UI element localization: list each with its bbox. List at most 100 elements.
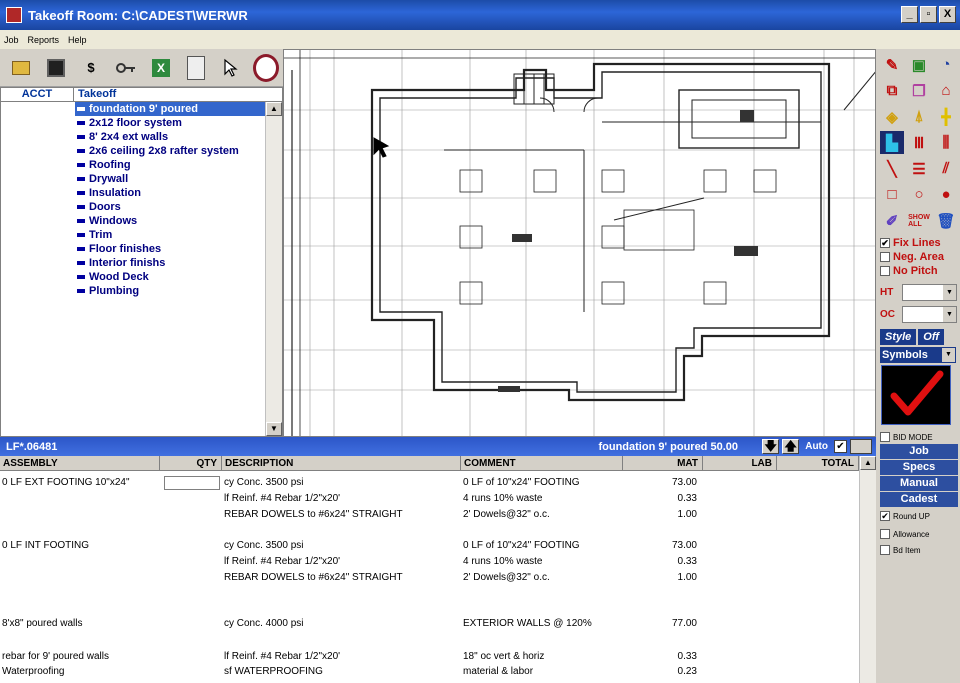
line-tool-icon[interactable]: ╲: [880, 157, 904, 180]
round-up-option[interactable]: ✔ Round UP: [880, 511, 930, 521]
no-pitch-option[interactable]: No Pitch: [880, 265, 938, 277]
image-tool-icon[interactable]: ▣: [907, 53, 931, 76]
blueprint-canvas[interactable]: [283, 49, 876, 437]
table-row[interactable]: lf Reinf. #4 Rebar 1/2"x20' 4 runs 10% wa…: [0, 491, 859, 507]
specs-button[interactable]: Specs: [880, 460, 958, 475]
dot-tool-icon[interactable]: ●: [934, 183, 958, 206]
mat-column-header[interactable]: MAT: [623, 456, 703, 470]
book-icon[interactable]: [850, 439, 872, 454]
bid-item-option[interactable]: Bd Item: [880, 545, 921, 555]
move-down-icon[interactable]: 🡇: [762, 439, 780, 454]
menu-job[interactable]: Job: [4, 35, 19, 45]
job-button[interactable]: Job: [880, 444, 958, 459]
table-row[interactable]: REBAR DOWELS to #6x24" STRAIGHT 2' Dowels…: [0, 570, 859, 586]
maximize-button[interactable]: ▫: [920, 6, 937, 23]
cadest-button[interactable]: Cadest: [880, 492, 958, 507]
comment-column-header[interactable]: COMMENT: [461, 456, 623, 470]
assembly-column-header[interactable]: ASSEMBLY: [0, 456, 160, 470]
scroll-up-icon[interactable]: ▲: [860, 456, 876, 470]
tree-scrollbar[interactable]: ▲ ▼: [265, 102, 282, 436]
show-all-tool-icon[interactable]: SHOW ALL: [907, 209, 931, 232]
arrow-tool-icon[interactable]: ◈: [880, 105, 904, 128]
neg-area-checkbox[interactable]: [880, 252, 890, 262]
paste-tool-icon[interactable]: ❐: [907, 79, 931, 102]
takeoff-item[interactable]: foundation 9' poured: [75, 102, 265, 116]
fix-lines-option[interactable]: ✔ Fix Lines: [880, 237, 941, 249]
roof-tool-icon[interactable]: ⌂: [934, 79, 958, 102]
off-button[interactable]: Off: [918, 329, 944, 345]
table-row[interactable]: Waterproofing sf WATERPROOFING material & …: [0, 664, 859, 680]
round-up-checkbox[interactable]: ✔: [880, 511, 890, 521]
area-tool-icon[interactable]: ▙: [880, 131, 904, 154]
move-up-icon[interactable]: 🡅: [782, 439, 800, 454]
takeoff-item[interactable]: Roofing: [75, 158, 265, 172]
lab-column-header[interactable]: LAB: [703, 456, 777, 470]
takeoff-item[interactable]: 2x6 ceiling 2x8 rafter system: [75, 144, 265, 158]
multi-line-tool-icon[interactable]: ☰: [907, 157, 931, 180]
oc-select[interactable]: ▼: [902, 306, 957, 323]
style-button[interactable]: Style: [880, 329, 917, 345]
scroll-up-icon[interactable]: ▲: [266, 102, 282, 116]
pointer-icon[interactable]: [218, 55, 244, 81]
chevron-down-icon[interactable]: ▼: [942, 348, 955, 362]
takeoff-item[interactable]: Insulation: [75, 186, 265, 200]
grid-scrollbar[interactable]: ▲: [859, 456, 876, 683]
allowance-checkbox[interactable]: [880, 529, 890, 539]
table-row[interactable]: 8'x8" poured walls cy Conc. 4000 psi EXTER…: [0, 616, 859, 632]
scale-tool-icon[interactable]: ◔: [934, 53, 958, 76]
takeoff-item[interactable]: Floor finishes: [75, 242, 265, 256]
bar-chart-tool-icon[interactable]: ⫼: [934, 131, 958, 154]
takeoff-column-header[interactable]: Takeoff: [74, 88, 116, 101]
calculator-icon[interactable]: [183, 55, 209, 81]
takeoff-item[interactable]: Windows: [75, 214, 265, 228]
bid-item-checkbox[interactable]: [880, 545, 890, 555]
table-row[interactable]: 0 LF INT FOOTING cy Conc. 3500 psi 0 LF of…: [0, 538, 859, 554]
key-icon[interactable]: [113, 55, 139, 81]
bid-mode-checkbox[interactable]: [880, 432, 890, 442]
takeoff-item[interactable]: 2x12 floor system: [75, 116, 265, 130]
menu-help[interactable]: Help: [68, 35, 87, 45]
save-disk-icon[interactable]: [43, 55, 69, 81]
no-pitch-checkbox[interactable]: [880, 266, 890, 276]
clock-icon[interactable]: [253, 55, 279, 81]
qty-column-header[interactable]: QTY: [160, 456, 222, 470]
symbols-select[interactable]: Symbols ▼: [880, 347, 956, 363]
close-button[interactable]: X: [939, 6, 956, 23]
takeoff-item[interactable]: Wood Deck: [75, 270, 265, 284]
takeoff-item[interactable]: Doors: [75, 200, 265, 214]
menu-reports[interactable]: Reports: [28, 35, 60, 45]
total-column-header[interactable]: TOTAL: [777, 456, 859, 470]
rectangle-tool-icon[interactable]: □: [880, 183, 904, 206]
takeoff-item[interactable]: Drywall: [75, 172, 265, 186]
diagonal-lines-tool-icon[interactable]: ⫽: [934, 157, 958, 180]
fix-lines-checkbox[interactable]: ✔: [880, 238, 890, 248]
trash-icon[interactable]: 🗑: [934, 209, 958, 232]
cross-tool-icon[interactable]: ╋: [934, 105, 958, 128]
bid-mode-option[interactable]: BID MODE: [880, 432, 933, 442]
takeoff-item[interactable]: Plumbing: [75, 284, 265, 298]
acct-column-header[interactable]: ACCT: [1, 88, 74, 101]
allowance-option[interactable]: Allowance: [880, 529, 929, 539]
chevron-down-icon[interactable]: ▼: [943, 307, 956, 322]
vertical-lines-tool-icon[interactable]: Ⅲ: [907, 131, 931, 154]
pencil-tool-icon[interactable]: ✎: [880, 53, 904, 76]
excel-export-icon[interactable]: [148, 55, 174, 81]
takeoff-item[interactable]: Interior finishs: [75, 256, 265, 270]
table-row[interactable]: REBAR DOWELS to #6x24" STRAIGHT 2' Dowels…: [0, 507, 859, 523]
circle-tool-icon[interactable]: ○: [907, 183, 931, 206]
auto-checkbox[interactable]: ✔: [834, 440, 847, 453]
ht-select[interactable]: ▼: [902, 284, 957, 301]
minimize-button[interactable]: _: [901, 6, 918, 23]
table-row[interactable]: lf Reinf. #4 Rebar 1/2"x20' 4 runs 10% wa…: [0, 554, 859, 570]
takeoff-item[interactable]: 8' 2x4 ext walls: [75, 130, 265, 144]
table-row[interactable]: 0 LF EXT FOOTING 10"x24" cy Conc. 3500 ps…: [0, 475, 859, 491]
open-folder-icon[interactable]: [8, 55, 34, 81]
copy-tool-icon[interactable]: ⧉: [880, 79, 904, 102]
dollar-icon[interactable]: $: [78, 55, 104, 81]
scroll-down-icon[interactable]: ▼: [266, 422, 282, 436]
bell-tool-icon[interactable]: ⍋: [907, 105, 931, 128]
takeoff-item[interactable]: Trim: [75, 228, 265, 242]
eraser-tool-icon[interactable]: ✐: [880, 209, 904, 232]
description-column-header[interactable]: DESCRIPTION: [222, 456, 461, 470]
manual-button[interactable]: Manual: [880, 476, 958, 491]
